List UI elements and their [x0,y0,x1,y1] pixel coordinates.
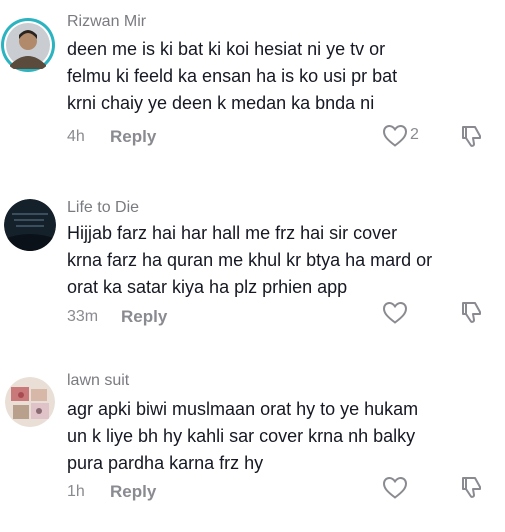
comment-text-line: krni chaiy ye deen k medan ka bnda ni [67,93,375,113]
thumbs-down-outline-icon[interactable] [458,123,484,149]
username[interactable]: lawn suit [67,372,129,390]
thumbs-down-outline-icon[interactable] [458,474,484,500]
heart-outline-icon[interactable] [382,124,408,148]
comment-item: Rizwan Mir deen me is ki bat ki koi hesi… [0,0,505,170]
comment-text-line: pura pardha karna frz hy [67,453,264,473]
reply-button[interactable]: Reply [121,307,167,327]
username[interactable]: Rizwan Mir [67,13,146,31]
comment-text-line: orat ka satar kiya ha plz prhien app [67,277,348,297]
thumbs-down-outline-icon[interactable] [458,299,484,325]
reply-button[interactable]: Reply [110,482,156,502]
comment-text-line: un k liye bh hy kahli sar cover krna nh … [67,426,416,446]
comment-text-line: Hijjab farz hai har hall me frz hai sir … [67,223,398,243]
like-count: 2 [410,126,419,143]
comment-item: lawn suit agr apki biwi muslmaan orat hy… [0,360,505,532]
avatar[interactable] [0,17,56,73]
comment-text-line: deen me is ki bat ki koi hesiat ni ye tv… [67,39,386,59]
comment-item: Life to Die Hijjab farz hai har hall me … [0,185,505,360]
comment-text-line: felmu ki feeld ka ensan ha is ko usi pr … [67,66,398,86]
timestamp: 33m [67,308,99,325]
timestamp: 1h [67,483,85,500]
timestamp: 4h [67,128,85,145]
avatar[interactable] [4,199,56,251]
heart-outline-icon[interactable] [382,301,408,325]
comment-text-line: agr apki biwi muslmaan orat hy to ye huk… [67,399,419,419]
heart-outline-icon[interactable] [382,476,408,500]
avatar[interactable] [5,377,55,427]
comment-text-line: krna farz ha quran me khul kr btya ha ma… [67,250,433,270]
username[interactable]: Life to Die [67,199,139,217]
reply-button[interactable]: Reply [110,127,156,147]
